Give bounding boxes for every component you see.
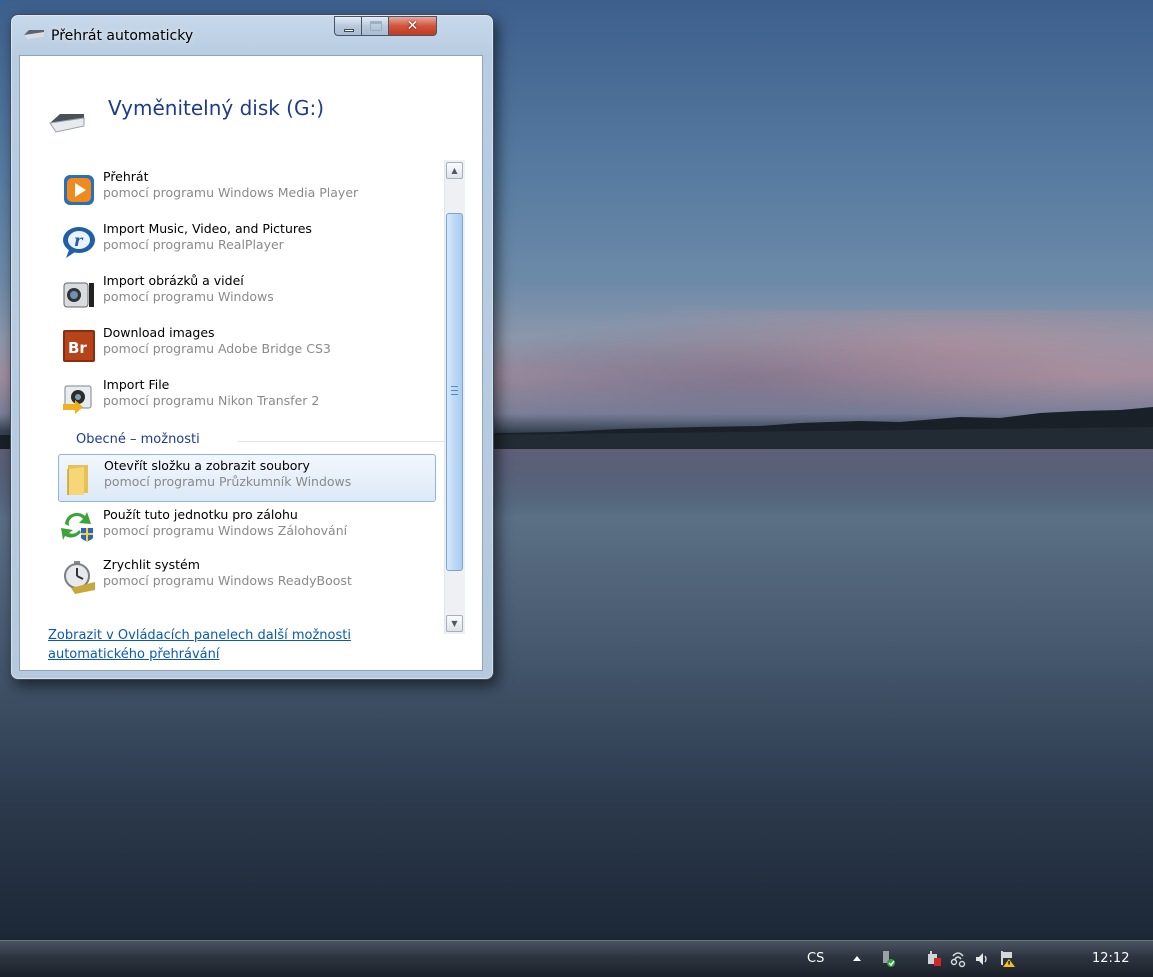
option-action: Použít tuto jednotku pro zálohu bbox=[103, 507, 298, 522]
option-action: Import File bbox=[103, 377, 170, 392]
realplayer-icon: r bbox=[63, 227, 95, 258]
action-center-warning-icon[interactable] bbox=[1000, 950, 1016, 968]
close-button[interactable]: ✕ bbox=[388, 16, 437, 36]
folder-icon bbox=[67, 465, 88, 495]
scroll-down-button[interactable]: ▼ bbox=[446, 615, 463, 632]
option-action: Import obrázků a videí bbox=[103, 273, 244, 288]
option-action: Otevřít složku a zobrazit soubory bbox=[104, 458, 310, 473]
volume-icon[interactable] bbox=[974, 950, 990, 968]
option-source: pomocí programu Windows Zálohování bbox=[103, 523, 348, 538]
option-action: Zrychlit systém bbox=[103, 557, 200, 572]
option-source: pomocí programu RealPlayer bbox=[103, 237, 284, 252]
readyboost-stopwatch-icon bbox=[64, 561, 95, 594]
minimize-icon bbox=[344, 29, 354, 32]
option-action: Download images bbox=[103, 325, 215, 340]
option-open-folder[interactable]: Otevřít složku a zobrazit soubory pomocí… bbox=[58, 454, 436, 502]
show-hidden-icons-arrow[interactable] bbox=[853, 956, 861, 961]
option-use-for-backup[interactable]: Použít tuto jednotku pro zálohu pomocí p… bbox=[58, 504, 436, 552]
language-indicator[interactable]: CS bbox=[807, 951, 824, 966]
option-source: pomocí programu Průzkumník Windows bbox=[104, 474, 352, 489]
safely-remove-hardware-icon[interactable] bbox=[880, 950, 896, 968]
windows-media-player-icon bbox=[64, 175, 94, 205]
section-divider bbox=[238, 441, 448, 442]
autoplay-window: Přehrát automaticky ✕ Vyměnitelný disk (… bbox=[10, 14, 494, 680]
option-speed-up-system[interactable]: Zrychlit systém pomocí programu Windows … bbox=[58, 554, 436, 602]
general-options-header: Obecné – možnosti bbox=[76, 432, 200, 447]
removable-disk-large-icon bbox=[49, 114, 85, 133]
option-source: pomocí programu Adobe Bridge CS3 bbox=[103, 341, 331, 356]
option-import-realplayer[interactable]: r Import Music, Video, and Pictures pomo… bbox=[58, 218, 436, 266]
option-play-wmp[interactable]: Přehrát pomocí programu Windows Media Pl… bbox=[58, 166, 436, 214]
option-download-images-bridge[interactable]: Br Download images pomocí programu Adobe… bbox=[58, 322, 436, 370]
scroll-up-button[interactable]: ▲ bbox=[446, 162, 463, 179]
sunset-clouds bbox=[500, 310, 1153, 420]
close-icon: ✕ bbox=[406, 18, 419, 34]
window-title: Přehrát automaticky bbox=[51, 28, 194, 44]
title-bar[interactable]: Přehrát automaticky ✕ bbox=[11, 15, 493, 55]
scroll-grip-icon bbox=[451, 386, 458, 395]
option-import-file-nikon[interactable]: Import File pomocí programu Nikon Transf… bbox=[58, 374, 436, 422]
maximize-icon bbox=[370, 21, 382, 31]
power-plug-icon[interactable] bbox=[926, 950, 942, 968]
option-action: Import Music, Video, and Pictures bbox=[103, 221, 312, 236]
backup-icon bbox=[61, 512, 93, 542]
minimize-button[interactable] bbox=[334, 16, 362, 36]
option-source: pomocí programu Windows ReadyBoost bbox=[103, 573, 352, 588]
option-source: pomocí programu Windows bbox=[103, 289, 274, 304]
clock[interactable]: 12:12 bbox=[1092, 951, 1129, 966]
option-import-photos-videos[interactable]: Import obrázků a videí pomocí programu W… bbox=[58, 270, 436, 318]
window-content: Vyměnitelný disk (G:) Přehrát pomocí pro… bbox=[19, 55, 483, 671]
maximize-button[interactable] bbox=[361, 16, 389, 36]
removable-disk-icon bbox=[24, 30, 44, 40]
device-title: Vyměnitelný disk (G:) bbox=[108, 96, 325, 120]
adobe-bridge-icon: Br bbox=[63, 330, 95, 362]
vertical-scrollbar[interactable]: ▲ ▼ bbox=[444, 160, 465, 634]
scroll-thumb[interactable] bbox=[446, 213, 463, 571]
more-autoplay-options-link[interactable]: Zobrazit v Ovládacích panelech další mož… bbox=[48, 626, 448, 664]
option-action: Přehrát bbox=[103, 169, 149, 184]
option-source: pomocí programu Nikon Transfer 2 bbox=[103, 393, 320, 408]
taskbar: CS 12:12 bbox=[0, 940, 1153, 977]
network-icon[interactable] bbox=[950, 950, 966, 968]
svg-text:Br: Br bbox=[68, 339, 87, 357]
nikon-transfer-icon bbox=[63, 385, 92, 414]
autoplay-options-list: Přehrát pomocí programu Windows Media Pl… bbox=[48, 166, 448, 622]
camera-icon bbox=[63, 282, 94, 308]
option-source: pomocí programu Windows Media Player bbox=[103, 185, 359, 200]
